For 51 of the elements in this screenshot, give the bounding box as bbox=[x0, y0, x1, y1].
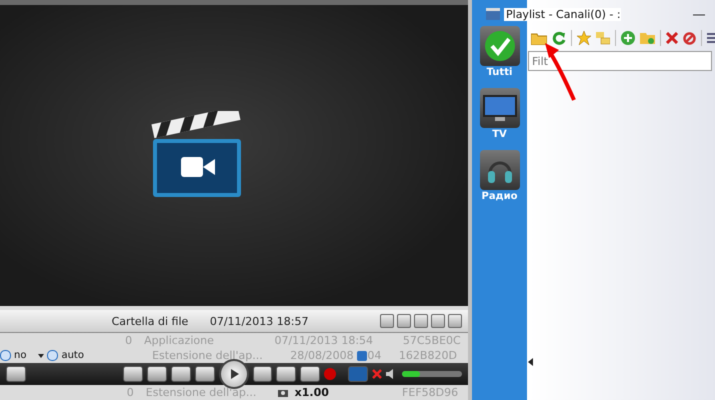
table-cell-text: 28/08/2008 bbox=[290, 349, 355, 362]
table-cell: 07/11/2013 18:57 bbox=[210, 314, 308, 328]
window-title: Playlist - Canali(0) - : bbox=[504, 8, 621, 20]
record-button[interactable] bbox=[324, 368, 336, 380]
close-button[interactable] bbox=[448, 314, 462, 328]
list-icon[interactable] bbox=[707, 32, 715, 44]
volume-slider[interactable] bbox=[402, 371, 462, 377]
star-icon[interactable] bbox=[577, 31, 591, 45]
step-forward-button[interactable] bbox=[276, 366, 296, 382]
table-cell-text: 162B820D bbox=[398, 349, 458, 362]
step-back-button[interactable] bbox=[171, 366, 191, 382]
minimize-button[interactable]: — bbox=[693, 7, 705, 21]
table-cell: 07/11/2013 18:54 bbox=[274, 334, 374, 347]
table-cell-text: Estensione dell'ap... bbox=[144, 386, 258, 399]
playlist-toggle-button[interactable] bbox=[6, 366, 26, 382]
table-cell-text: Cartella di file bbox=[110, 314, 190, 328]
collapse-arrow[interactable] bbox=[528, 358, 533, 368]
zoom-dropdown[interactable]: auto bbox=[38, 350, 84, 361]
add-icon[interactable] bbox=[621, 31, 635, 45]
delete-icon[interactable] bbox=[666, 32, 678, 44]
next-button[interactable] bbox=[300, 366, 320, 382]
table-cell-text: 0 bbox=[124, 334, 134, 347]
checkmark-icon bbox=[484, 30, 516, 62]
window-button[interactable] bbox=[414, 314, 428, 328]
camera-icon bbox=[278, 388, 288, 397]
close-icon[interactable] bbox=[372, 369, 382, 379]
pin-button[interactable] bbox=[397, 314, 412, 328]
rewind-button[interactable] bbox=[194, 366, 215, 382]
previous-button[interactable] bbox=[147, 366, 167, 382]
table-cell-text: 57C5BE0C bbox=[402, 334, 462, 347]
speed-label: x1.00 bbox=[294, 386, 330, 399]
folder-add-icon[interactable] bbox=[640, 31, 655, 45]
table-cell-text: 04 bbox=[367, 349, 382, 362]
aspect-icon bbox=[357, 350, 368, 360]
table-cell-text: FEF58D96 bbox=[402, 386, 460, 399]
aspect-dropdown[interactable]: no bbox=[0, 350, 26, 361]
stop-button[interactable] bbox=[123, 366, 144, 382]
folder-icon[interactable] bbox=[531, 32, 547, 44]
table-cell-text: Applicazione bbox=[143, 334, 215, 347]
refresh-icon[interactable] bbox=[552, 31, 566, 45]
tv-icon bbox=[482, 95, 516, 121]
play-icon bbox=[228, 369, 239, 379]
block-icon[interactable] bbox=[683, 32, 696, 44]
minimize-button[interactable] bbox=[431, 314, 446, 328]
table-cell-text: 0 bbox=[126, 386, 135, 399]
filter-field[interactable]: Filt bbox=[528, 51, 712, 71]
restore-button[interactable] bbox=[380, 314, 394, 328]
speaker-icon bbox=[386, 369, 396, 379]
clapperboard-icon bbox=[486, 8, 500, 20]
forward-button[interactable] bbox=[252, 366, 272, 382]
table-cell-text: Estensione dell'ap... bbox=[151, 349, 264, 362]
